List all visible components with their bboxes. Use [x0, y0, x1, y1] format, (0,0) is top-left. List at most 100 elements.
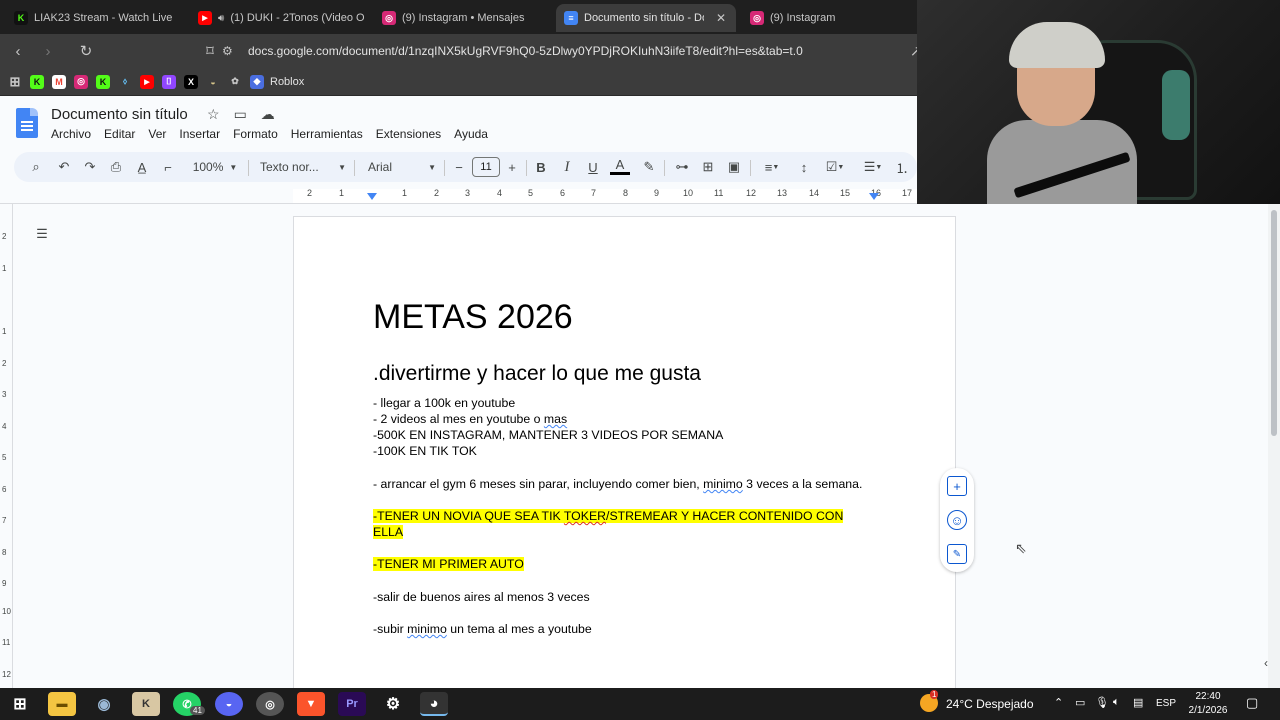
- gmail-icon[interactable]: M: [52, 74, 66, 89]
- kick-icon[interactable]: K: [30, 74, 44, 89]
- menu-editar[interactable]: Editar: [104, 127, 135, 141]
- add-comment-icon[interactable]: +: [947, 476, 967, 496]
- goal-line-instagram[interactable]: -500K EN INSTAGRAM, MANTENER 3 VIDEOS PO…: [373, 427, 723, 443]
- text-color-icon[interactable]: A: [610, 156, 630, 175]
- font-size-input[interactable]: 11: [471, 156, 501, 178]
- tray-overflow-icon[interactable]: ⌃: [1054, 696, 1063, 709]
- redo-icon[interactable]: ↷: [80, 156, 100, 178]
- paint-format-icon[interactable]: ⌐: [158, 156, 178, 178]
- kick-icon[interactable]: K: [96, 74, 110, 89]
- microphone-icon[interactable]: 🎙︎: [1095, 696, 1109, 709]
- close-icon[interactable]: ✕: [716, 11, 726, 25]
- apps-grid-icon[interactable]: ⊞: [8, 74, 22, 89]
- star-icon[interactable]: ☆: [207, 106, 220, 123]
- tab-youtube-duki[interactable]: ▶ 🔊︎ (1) DUKI - 2Tonos (Video Of: [190, 4, 364, 32]
- battery-icon[interactable]: ▭: [1075, 696, 1085, 709]
- chatgpt-icon[interactable]: ✿: [228, 75, 242, 89]
- notifications-icon[interactable]: ▢: [1246, 695, 1258, 711]
- obs-icon[interactable]: ◎: [256, 692, 284, 716]
- document-outline-icon[interactable]: ☰: [30, 222, 54, 246]
- goal-line-car[interactable]: -TENER MI PRIMER AUTO: [373, 556, 524, 572]
- url-field[interactable]: ⚙ docs.google.com/document/d/1nzqINX5kUg…: [222, 39, 912, 63]
- x-icon[interactable]: X: [184, 74, 198, 89]
- zoom-select[interactable]: 100% ▼: [188, 156, 242, 178]
- menu-herramientas[interactable]: Herramientas: [291, 127, 363, 141]
- insert-link-icon[interactable]: ⊶: [672, 156, 692, 178]
- tab-kick-stream[interactable]: K LIAK23 Stream - Watch Live: [6, 4, 178, 32]
- document-title[interactable]: Documento sin título: [51, 106, 188, 123]
- insert-image-icon[interactable]: ▣: [724, 156, 744, 178]
- settings-icon[interactable]: ⚙: [379, 692, 407, 716]
- document-subheading[interactable]: .divertirme y hacer lo que me gusta: [373, 362, 701, 386]
- menu-extensiones[interactable]: Extensiones: [376, 127, 441, 141]
- move-folder-icon[interactable]: ▭: [234, 106, 247, 123]
- goal-line-tiktok[interactable]: -100K EN TIK TOK: [373, 443, 477, 459]
- spellcheck-icon[interactable]: A̲: [132, 156, 152, 178]
- volume-icon[interactable]: 🔈︎: [1113, 696, 1120, 709]
- right-indent-marker[interactable]: [869, 193, 879, 200]
- kick-launcher-icon[interactable]: K: [132, 692, 160, 716]
- italic-icon[interactable]: I: [558, 156, 576, 178]
- menu-ayuda[interactable]: Ayuda: [454, 127, 488, 141]
- clock[interactable]: 22:40 2/1/2026: [1186, 690, 1230, 718]
- goal-line-youtube-100k[interactable]: - llegar a 100k en youtube: [373, 395, 515, 411]
- brave-browser-icon[interactable]: ▼: [297, 692, 325, 716]
- instagram-icon[interactable]: ◎: [74, 74, 88, 89]
- suggest-edits-icon[interactable]: ✎: [947, 544, 967, 564]
- discord-icon[interactable]: ◒: [206, 75, 220, 89]
- emoji-reaction-icon[interactable]: ☺: [947, 510, 967, 530]
- numbered-list-icon[interactable]: ⒈: [892, 156, 912, 178]
- steam-icon[interactable]: ⬨: [118, 75, 132, 89]
- font-family-select[interactable]: Arial ▼: [368, 156, 436, 178]
- paragraph-style-select[interactable]: Texto nor... ▼: [260, 156, 346, 178]
- docs-logo-icon[interactable]: [16, 108, 38, 138]
- goal-line-music[interactable]: -subir minimo un tema al mes a youtube: [373, 621, 592, 637]
- premiere-pro-icon[interactable]: Pr: [338, 692, 366, 716]
- chevron-left-icon[interactable]: ‹: [1264, 656, 1280, 674]
- underline-icon[interactable]: U: [584, 156, 602, 178]
- bold-icon[interactable]: B: [532, 156, 550, 178]
- document-heading[interactable]: METAS 2026: [373, 298, 573, 337]
- goal-line-girlfriend-cont[interactable]: ELLA: [373, 524, 404, 540]
- goal-line-travel[interactable]: -salir de buenos aires al menos 3 veces: [373, 589, 590, 605]
- goal-line-gym[interactable]: - arrancar el gym 6 meses sin parar, inc…: [373, 476, 862, 492]
- goal-line-girlfriend[interactable]: -TENER UN NOVIA QUE SEA TIK TOKER/STREME…: [373, 508, 844, 524]
- menu-formato[interactable]: Formato: [233, 127, 278, 141]
- cloud-status-icon[interactable]: ☁: [261, 106, 275, 123]
- align-left-icon[interactable]: ≡ ▼: [758, 156, 786, 178]
- menu-archivo[interactable]: Archivo: [51, 127, 91, 141]
- reload-icon[interactable]: ↻: [74, 39, 98, 63]
- scrollbar-thumb[interactable]: [1271, 210, 1277, 436]
- tab-instagram[interactable]: ◎ (9) Instagram: [742, 4, 902, 32]
- discord-icon[interactable]: ◒: [215, 692, 243, 716]
- print-icon[interactable]: ⎙: [106, 156, 126, 178]
- site-settings-icon[interactable]: ⚙: [222, 44, 238, 58]
- menu-ver[interactable]: Ver: [148, 127, 166, 141]
- youtube-icon[interactable]: ▶: [140, 74, 154, 89]
- network-icon[interactable]: ▤: [1133, 696, 1143, 709]
- line-spacing-icon[interactable]: ↕: [794, 156, 814, 178]
- windows-start-icon[interactable]: ⊞: [6, 692, 34, 716]
- add-comment-icon[interactable]: ⊞: [698, 156, 718, 178]
- chrome-app-icon[interactable]: ◕: [420, 692, 448, 716]
- vertical-scrollbar[interactable]: [1268, 204, 1280, 688]
- bulleted-list-icon[interactable]: ☰ ▼: [858, 156, 888, 178]
- back-icon[interactable]: ‹: [6, 39, 30, 63]
- undo-icon[interactable]: ↶: [54, 156, 74, 178]
- left-indent-marker[interactable]: [367, 193, 377, 200]
- decrease-font-size-icon[interactable]: −: [452, 156, 466, 178]
- file-explorer-icon[interactable]: ▬: [48, 692, 76, 716]
- forward-icon[interactable]: ›: [36, 39, 60, 63]
- highlight-color-icon[interactable]: ✎: [640, 156, 658, 178]
- language-indicator[interactable]: ESP: [1156, 698, 1176, 709]
- bookmark-roblox[interactable]: ◆ Roblox: [250, 74, 304, 89]
- goal-line-youtube-videos[interactable]: - 2 videos al mes en youtube o mas: [373, 411, 567, 427]
- steam-icon[interactable]: ◉: [90, 692, 118, 716]
- weather-text[interactable]: 24°C Despejado: [946, 697, 1034, 711]
- search-menus-icon[interactable]: ⌕: [26, 156, 46, 178]
- bookmark-icon[interactable]: ⌑: [198, 39, 222, 63]
- checklist-icon[interactable]: ☑ ▼: [820, 156, 850, 178]
- twitch-icon[interactable]: ⌷: [162, 74, 176, 89]
- menu-insertar[interactable]: Insertar: [179, 127, 220, 141]
- tab-instagram-messages[interactable]: ◎ (9) Instagram • Mensajes: [374, 4, 546, 32]
